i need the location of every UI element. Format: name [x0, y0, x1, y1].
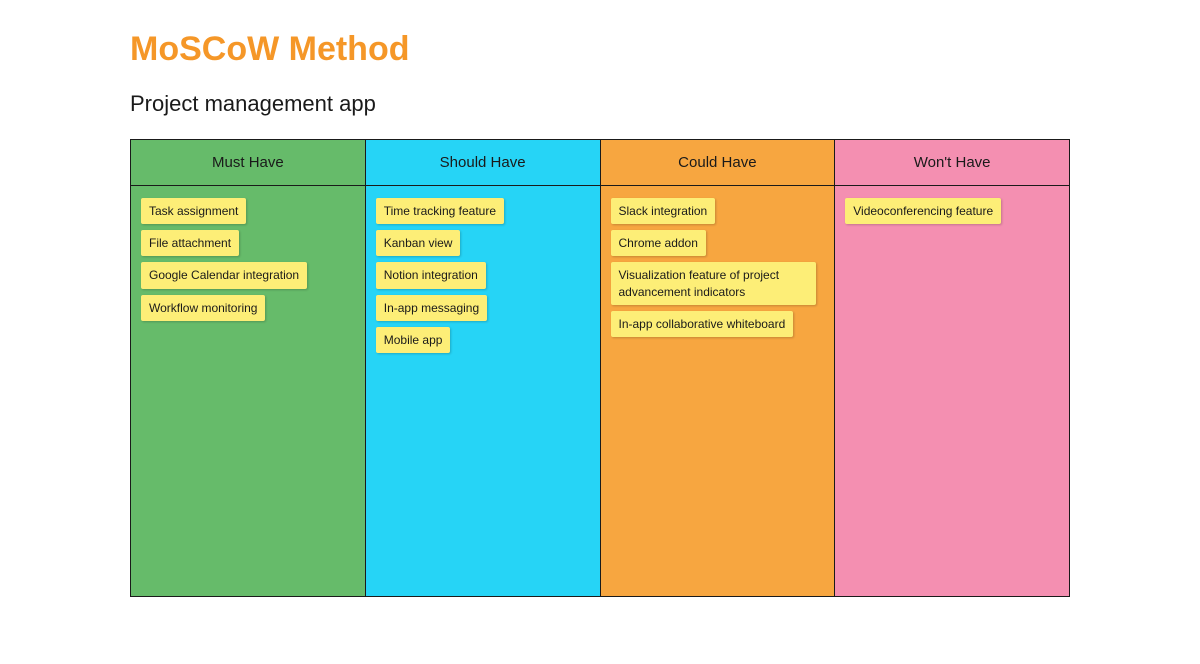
moscow-board: Must Have Task assignment File attachmen…	[130, 139, 1070, 597]
column-body-should[interactable]: Time tracking feature Kanban view Notion…	[366, 186, 600, 596]
column-must: Must Have Task assignment File attachmen…	[131, 140, 366, 596]
column-should: Should Have Time tracking feature Kanban…	[366, 140, 601, 596]
sticky-note[interactable]: In-app messaging	[376, 295, 487, 321]
page-title: MoSCoW Method	[130, 30, 1070, 69]
page-subtitle: Project management app	[130, 91, 1070, 117]
sticky-note[interactable]: Time tracking feature	[376, 198, 504, 224]
sticky-note[interactable]: File attachment	[141, 230, 239, 256]
column-body-wont[interactable]: Videoconferencing feature	[835, 186, 1069, 596]
column-body-could[interactable]: Slack integration Chrome addon Visualiza…	[601, 186, 835, 596]
sticky-note[interactable]: Workflow monitoring	[141, 295, 265, 321]
sticky-note[interactable]: Notion integration	[376, 262, 486, 288]
column-header-wont: Won't Have	[835, 140, 1069, 186]
column-header-could: Could Have	[601, 140, 835, 186]
sticky-note[interactable]: Kanban view	[376, 230, 461, 256]
sticky-note[interactable]: In-app collaborative whiteboard	[611, 311, 794, 337]
sticky-note[interactable]: Chrome addon	[611, 230, 706, 256]
sticky-note[interactable]: Slack integration	[611, 198, 716, 224]
column-header-should: Should Have	[366, 140, 600, 186]
column-body-must[interactable]: Task assignment File attachment Google C…	[131, 186, 365, 596]
column-could: Could Have Slack integration Chrome addo…	[601, 140, 836, 596]
sticky-note[interactable]: Videoconferencing feature	[845, 198, 1001, 224]
column-header-must: Must Have	[131, 140, 365, 186]
sticky-note[interactable]: Mobile app	[376, 327, 451, 353]
column-wont: Won't Have Videoconferencing feature	[835, 140, 1069, 596]
sticky-note[interactable]: Google Calendar integration	[141, 262, 307, 288]
sticky-note[interactable]: Visualization feature of project advance…	[611, 262, 816, 304]
sticky-note[interactable]: Task assignment	[141, 198, 246, 224]
